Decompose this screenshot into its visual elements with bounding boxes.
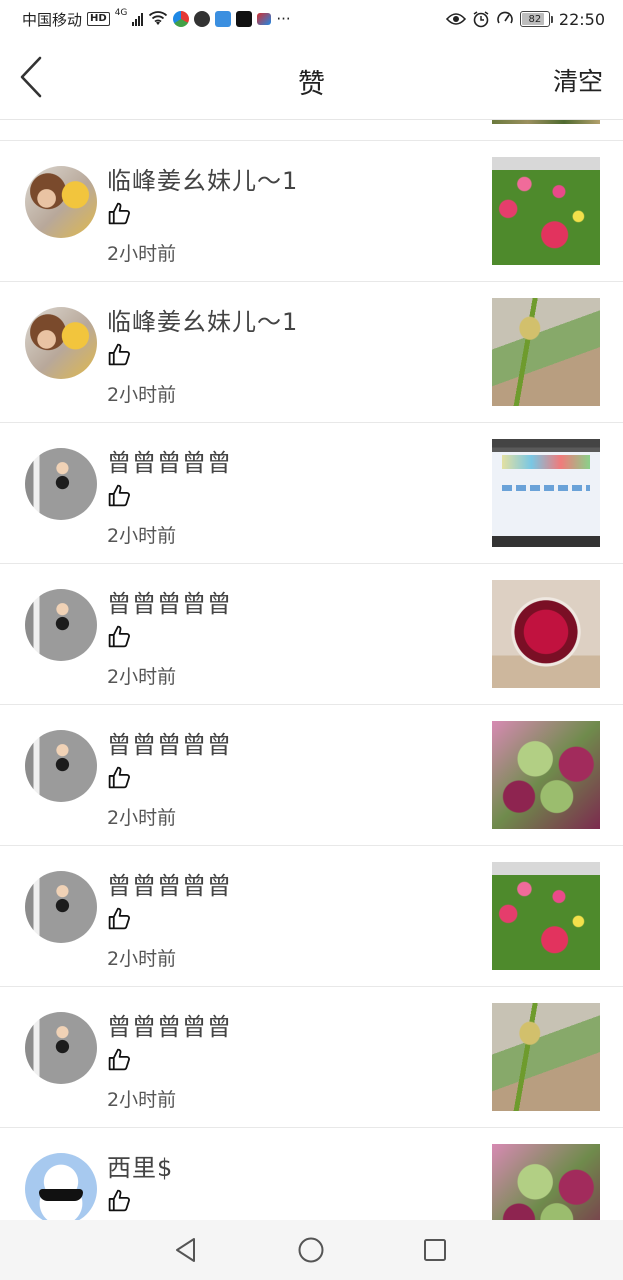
time-label: 2小时前 bbox=[107, 525, 177, 547]
time-label: 2小时前 bbox=[107, 243, 177, 265]
post-thumbnail[interactable] bbox=[492, 157, 600, 265]
post-thumbnail[interactable] bbox=[492, 721, 600, 829]
likes-list: 临峰姜幺妹儿～1 2小时前 临峰姜幺妹儿～1 2小时前 曾曾曾曾曾 2小时前 曾… bbox=[0, 120, 623, 1220]
browser-icon bbox=[173, 11, 190, 27]
mail-icon bbox=[257, 13, 272, 25]
thumbs-up-icon bbox=[108, 1048, 130, 1071]
list-item[interactable]: 曾曾曾曾曾 2小时前 bbox=[0, 846, 623, 987]
user-name[interactable]: 曾曾曾曾曾 bbox=[107, 443, 232, 478]
list-item[interactable]: 曾曾曾曾曾 2小时前 bbox=[0, 705, 623, 846]
list-item[interactable]: 临峰姜幺妹儿～1 2小时前 bbox=[0, 141, 623, 282]
time-label: 2小时前 bbox=[107, 807, 177, 829]
page-title: 赞 bbox=[298, 69, 325, 100]
system-nav-bar bbox=[0, 1220, 623, 1280]
thumbs-up-icon bbox=[108, 625, 130, 648]
post-thumbnail[interactable] bbox=[492, 1144, 600, 1220]
thumbs-up-icon bbox=[108, 484, 130, 507]
avatar[interactable] bbox=[25, 448, 97, 520]
post-thumbnail[interactable] bbox=[492, 580, 600, 688]
time-label: 2小时前 bbox=[107, 666, 177, 688]
thumbs-up-icon bbox=[108, 766, 130, 789]
list-item[interactable]: 曾曾曾曾曾 2小时前 bbox=[0, 423, 623, 564]
list-item[interactable]: 曾曾曾曾曾 2小时前 bbox=[0, 564, 623, 705]
list-item[interactable]: 西里$ bbox=[0, 1128, 623, 1220]
list-item[interactable]: 临峰姜幺妹儿～1 2小时前 bbox=[0, 282, 623, 423]
nav-home-button[interactable] bbox=[295, 1234, 327, 1266]
post-thumbnail[interactable] bbox=[492, 298, 600, 406]
recents-square-icon bbox=[424, 1239, 446, 1261]
list-item[interactable]: 曾曾曾曾曾 2小时前 bbox=[0, 987, 623, 1128]
clear-button[interactable]: 清空 bbox=[553, 62, 603, 98]
avatar[interactable] bbox=[25, 871, 97, 943]
battery-level: 82 bbox=[528, 13, 542, 25]
time-label: 2小时前 bbox=[107, 384, 177, 406]
nav-recents-button[interactable] bbox=[419, 1234, 451, 1266]
post-thumbnail-partial[interactable] bbox=[492, 120, 600, 124]
avatar[interactable] bbox=[25, 307, 97, 379]
avatar[interactable] bbox=[25, 730, 97, 802]
avatar[interactable] bbox=[25, 166, 97, 238]
status-right: 82 22:50 bbox=[445, 8, 605, 30]
status-left: 中国移动 HD 4G ··· bbox=[22, 8, 291, 30]
back-triangle-icon bbox=[176, 1238, 195, 1262]
user-name[interactable]: 曾曾曾曾曾 bbox=[107, 725, 232, 760]
user-name[interactable]: 曾曾曾曾曾 bbox=[107, 1007, 232, 1042]
time-label: 2小时前 bbox=[107, 948, 177, 970]
hd-icon: HD bbox=[87, 12, 110, 26]
avatar[interactable] bbox=[25, 589, 97, 661]
chat-icon bbox=[194, 11, 211, 27]
home-circle-icon bbox=[298, 1237, 324, 1263]
news-icon bbox=[215, 11, 232, 27]
post-thumbnail[interactable] bbox=[492, 439, 600, 547]
post-thumbnail[interactable] bbox=[492, 862, 600, 970]
thumbs-up-icon bbox=[108, 1189, 130, 1212]
alarm-icon bbox=[473, 11, 489, 28]
carrier-text: 中国移动 bbox=[22, 10, 83, 29]
thumbs-up-icon bbox=[108, 907, 130, 930]
post-thumbnail[interactable] bbox=[492, 1003, 600, 1111]
avatar[interactable] bbox=[25, 1153, 97, 1220]
eye-icon bbox=[445, 13, 466, 25]
status-bar: 中国移动 HD 4G ··· 82 22:50 bbox=[0, 0, 623, 38]
network-type: 4G bbox=[114, 8, 128, 18]
avatar[interactable] bbox=[25, 1012, 97, 1084]
battery-icon: 82 bbox=[519, 11, 553, 27]
user-name[interactable]: 临峰姜幺妹儿～1 bbox=[107, 302, 298, 337]
time-label: 2小时前 bbox=[107, 1089, 177, 1111]
user-name[interactable]: 西里$ bbox=[107, 1148, 173, 1183]
user-name[interactable]: 曾曾曾曾曾 bbox=[107, 866, 232, 901]
user-name[interactable]: 曾曾曾曾曾 bbox=[107, 584, 232, 619]
sunglasses-icon bbox=[39, 1189, 83, 1201]
list-item-partial bbox=[0, 120, 623, 141]
user-name[interactable]: 临峰姜幺妹儿～1 bbox=[107, 161, 298, 196]
wifi-icon bbox=[149, 11, 168, 25]
signal-icon bbox=[132, 12, 144, 26]
speedometer-icon bbox=[497, 11, 513, 24]
nav-back-button[interactable] bbox=[170, 1234, 202, 1266]
tiktok-icon bbox=[236, 11, 253, 27]
thumbs-up-icon bbox=[108, 343, 130, 366]
more-icon: ··· bbox=[276, 10, 291, 28]
thumbs-up-icon bbox=[108, 202, 130, 225]
clock-time: 22:50 bbox=[558, 9, 605, 29]
app-header: 赞 清空 bbox=[0, 38, 623, 120]
